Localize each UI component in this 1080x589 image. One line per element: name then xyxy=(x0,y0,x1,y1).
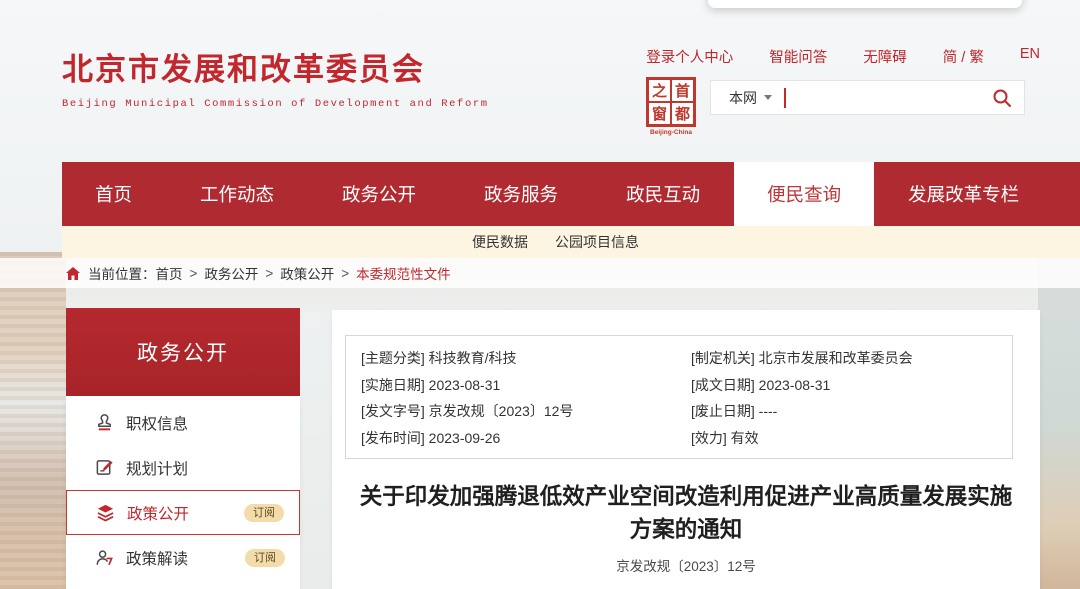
seal-char: 之 xyxy=(648,79,671,102)
search-scope-dropdown[interactable]: 本网 xyxy=(711,88,784,108)
nav-item-public-interaction[interactable]: 政民互动 xyxy=(592,162,734,226)
search-button[interactable] xyxy=(980,81,1024,114)
sidebar-item-policy-disclosure[interactable]: 政策公开 订阅 xyxy=(66,490,300,535)
breadcrumb-separator: > xyxy=(341,266,349,281)
subnav-item-convenient-data[interactable]: 便民数据 xyxy=(472,232,528,252)
sidebar-item-label: 政策解读 xyxy=(126,547,188,569)
nav-item-gov-disclosure[interactable]: 政务公开 xyxy=(308,162,450,226)
site-search: 本网 xyxy=(710,80,1025,115)
nav-item-gov-services[interactable]: 政务服务 xyxy=(450,162,592,226)
quick-links: 登录个人中心 智能问答 无障碍 简 / 繁 EN xyxy=(646,46,1040,67)
edit-doc-icon xyxy=(95,458,114,477)
meta-topic-category: [主题分类] 科技教育/科技 xyxy=(361,345,691,372)
english-link[interactable]: EN xyxy=(1020,46,1040,67)
site-title: 北京市发展和改革委员会 xyxy=(62,44,489,89)
seal-caption: Beijing-China xyxy=(645,129,697,136)
chevron-down-icon xyxy=(764,95,772,100)
breadcrumb-policy-disclosure[interactable]: 政策公开 xyxy=(280,263,334,283)
sidebar-item-label: 政策公开 xyxy=(127,502,189,524)
login-personal-center-link[interactable]: 登录个人中心 xyxy=(646,46,733,67)
meta-document-number: [发文字号] 京发改规〔2023〕12号 xyxy=(361,398,691,425)
meta-issuing-agency: [制定机关] 北京市发展和改革委员会 xyxy=(691,345,991,372)
page: 北京市发展和改革委员会 Beijing Municipal Commission… xyxy=(0,0,1080,589)
layers-icon xyxy=(96,503,115,522)
breadcrumb: 当前位置： 首页 > 政务公开 > 政策公开 > 本委规范性文件 xyxy=(0,258,1080,288)
accessibility-link[interactable]: 无障碍 xyxy=(863,46,907,67)
sidebar-item-label: 规划计划 xyxy=(126,457,188,479)
sub-nav: 便民数据 公园项目信息 xyxy=(62,226,1080,258)
nav-item-home[interactable]: 首页 xyxy=(62,162,166,226)
meta-implementation-date: [实施日期] 2023-08-31 xyxy=(361,372,691,399)
breadcrumb-separator: > xyxy=(190,266,198,281)
seal-char: 都 xyxy=(671,102,694,125)
meta-validity: [效力] 有效 xyxy=(691,425,991,452)
site-logo: 北京市发展和改革委员会 Beijing Municipal Commission… xyxy=(62,44,489,110)
meta-written-date: [成文日期] 2023-08-31 xyxy=(691,372,991,399)
meta-repeal-date: [废止日期] ---- xyxy=(691,398,991,425)
breadcrumb-home[interactable]: 首页 xyxy=(156,263,183,283)
breadcrumb-prefix: 当前位置： xyxy=(88,263,156,283)
home-icon xyxy=(66,267,80,280)
top-dropdown-remnant xyxy=(708,0,1022,8)
sidebar-item-planning[interactable]: 规划计划 xyxy=(66,445,300,490)
nav-item-convenient-inquiry[interactable]: 便民查询 xyxy=(734,162,874,226)
document-title: 关于印发加强腾退低效产业空间改造利用促进产业高质量发展实施方案的通知 xyxy=(356,480,1016,546)
search-icon xyxy=(992,88,1012,108)
nav-item-work-updates[interactable]: 工作动态 xyxy=(166,162,308,226)
document-number: 京发改规〔2023〕12号 xyxy=(356,555,1016,575)
beijing-china-seal-logo: 之 首 窗 都 Beijing-China xyxy=(645,77,697,136)
sidebar-menu: 职权信息 规划计划 政策公开 订阅 xyxy=(66,396,300,589)
sidebar-item-label: 职权信息 xyxy=(126,412,188,434)
breadcrumb-gov-disclosure[interactable]: 政务公开 xyxy=(204,263,258,283)
sidebar-item-policy-interpretation[interactable]: 政策解读 订阅 xyxy=(66,535,300,580)
search-scope-label: 本网 xyxy=(729,88,757,108)
sidebar: 政务公开 职权信息 规划计划 xyxy=(66,308,300,589)
nav-item-reform-special[interactable]: 发展改革专栏 xyxy=(874,162,1053,226)
stamp-icon xyxy=(95,413,114,432)
background-photo-right xyxy=(1038,252,1080,589)
breadcrumb-separator: > xyxy=(265,266,273,281)
seal-char: 首 xyxy=(671,79,694,102)
site-subtitle: Beijing Municipal Commission of Developm… xyxy=(62,98,489,110)
sidebar-item-authority-info[interactable]: 职权信息 xyxy=(66,400,300,445)
sidebar-title: 政务公开 xyxy=(66,308,300,396)
document-meta-box: [主题分类] 科技教育/科技 [实施日期] 2023-08-31 [发文字号] … xyxy=(345,335,1013,459)
document-panel: [主题分类] 科技教育/科技 [实施日期] 2023-08-31 [发文字号] … xyxy=(332,310,1040,589)
meta-publish-time: [发布时间] 2023-09-26 xyxy=(361,425,691,452)
search-input[interactable] xyxy=(786,81,981,114)
main-nav: 首页 工作动态 政务公开 政务服务 政民互动 便民查询 发展改革专栏 xyxy=(62,162,1080,226)
simplified-traditional-toggle[interactable]: 简 / 繁 xyxy=(943,46,984,67)
smart-qa-link[interactable]: 智能问答 xyxy=(769,46,827,67)
breadcrumb-current-normative-docs: 本委规范性文件 xyxy=(356,263,451,283)
subscribe-button[interactable]: 订阅 xyxy=(244,504,284,522)
person-chat-icon xyxy=(95,548,114,567)
background-photo-left xyxy=(0,252,66,589)
seal-char: 窗 xyxy=(648,102,671,125)
seal-icon: 之 首 窗 都 xyxy=(646,77,696,127)
subnav-item-park-project-info[interactable]: 公园项目信息 xyxy=(555,232,639,252)
subscribe-button[interactable]: 订阅 xyxy=(245,549,285,567)
